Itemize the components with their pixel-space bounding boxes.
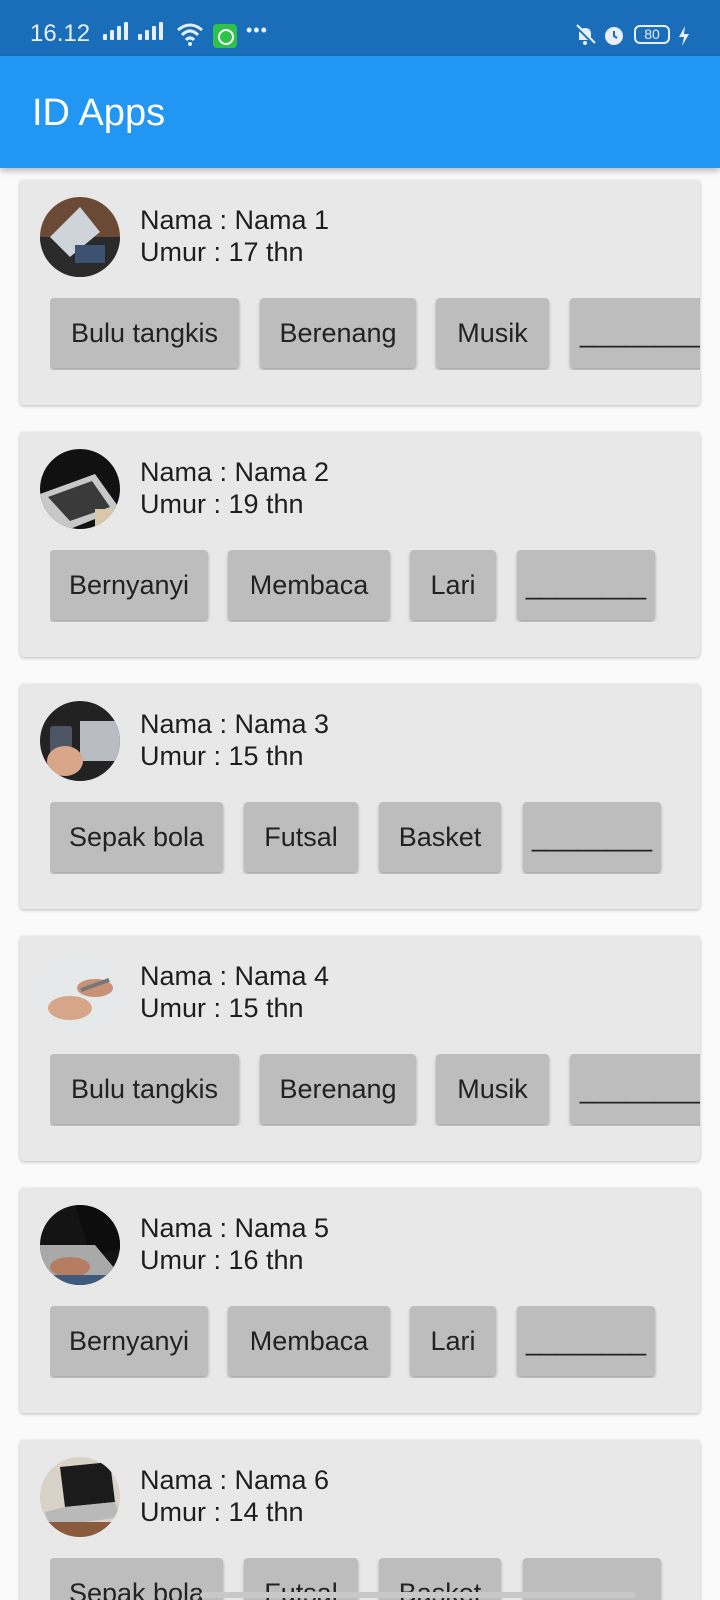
person-name: Nama : Nama 6 (140, 1465, 330, 1495)
hobby-chip[interactable]: Lari (410, 550, 496, 620)
person-card[interactable]: Nama : Nama 6 Umur : 14 thn Sepak bola F… (20, 1440, 700, 1600)
person-card[interactable]: Nama : Nama 1 Umur : 17 thn Bulu tangkis… (20, 180, 700, 405)
hobby-chip[interactable]: Berenang (260, 1054, 416, 1124)
bolt-icon (679, 26, 689, 46)
person-card[interactable]: Nama : Nama 5 Umur : 16 thn Bernyanyi Me… (20, 1188, 700, 1413)
hobby-chip[interactable]: Membaca (228, 550, 390, 620)
person-age: Umur : 14 thn (140, 1497, 304, 1527)
hobby-chip[interactable]: ________ (570, 1054, 700, 1124)
person-name: Nama : Nama 2 (140, 457, 330, 487)
scroll-indicator[interactable] (200, 1592, 636, 1598)
hobby-chip[interactable]: Membaca (228, 1306, 390, 1376)
hobby-chip[interactable]: Lari (410, 1306, 496, 1376)
person-age: Umur : 16 thn (140, 1245, 304, 1275)
app-title: ID Apps (32, 92, 166, 134)
avatar (40, 953, 120, 1033)
battery-icon: 80 (634, 25, 670, 44)
avatar (40, 197, 120, 277)
status-bar: 16.12 ••• 80 (0, 0, 720, 56)
person-name: Nama : Nama 4 (140, 961, 330, 991)
avatar (40, 1205, 120, 1285)
person-card[interactable]: Nama : Nama 2 Umur : 19 thn Bernyanyi Me… (20, 432, 700, 657)
person-name: Nama : Nama 1 (140, 205, 330, 235)
wifi-icon (177, 23, 203, 46)
person-card[interactable]: Nama : Nama 4 Umur : 15 thn Bulu tangkis… (20, 936, 700, 1161)
hobby-chip[interactable]: Musik (436, 298, 549, 368)
person-age: Umur : 15 thn (140, 993, 304, 1023)
hobby-chip[interactable]: Bulu tangkis (50, 298, 239, 368)
hobby-chip[interactable]: ________ (523, 802, 661, 872)
app-bar: ID Apps (0, 56, 720, 168)
person-name: Nama : Nama 3 (140, 709, 330, 739)
person-card[interactable]: Nama : Nama 3 Umur : 15 thn Sepak bola F… (20, 684, 700, 909)
avatar (40, 449, 120, 529)
hobby-chip[interactable]: ________ (517, 550, 655, 620)
more-icon: ••• (246, 20, 268, 40)
hobby-chip[interactable]: Sepak bola (50, 1558, 223, 1600)
signal-icon (103, 22, 129, 40)
avatar (40, 701, 120, 781)
hobby-chip[interactable]: Sepak bola (50, 802, 223, 872)
person-age: Umur : 19 thn (140, 489, 304, 519)
person-age: Umur : 15 thn (140, 741, 304, 771)
hobby-chip[interactable]: Bernyanyi (50, 1306, 208, 1376)
hobby-chip[interactable]: Basket (379, 802, 501, 872)
signal-icon (138, 22, 164, 40)
person-age: Umur : 17 thn (140, 237, 304, 267)
alarm-icon (605, 27, 623, 45)
avatar (40, 1457, 120, 1537)
hobby-chip[interactable]: Berenang (260, 298, 416, 368)
person-list[interactable]: Nama : Nama 1 Umur : 17 thn Bulu tangkis… (0, 168, 720, 1600)
hobby-chip[interactable]: ________ (570, 298, 700, 368)
hobby-chip[interactable]: Bulu tangkis (50, 1054, 239, 1124)
bell-off-icon (574, 24, 596, 46)
hobby-chip[interactable]: Bernyanyi (50, 550, 208, 620)
hobby-chip[interactable]: Musik (436, 1054, 549, 1124)
hobby-chip[interactable]: ________ (517, 1306, 655, 1376)
hobby-chip[interactable]: Futsal (244, 802, 358, 872)
whatsapp-icon (213, 24, 237, 48)
person-name: Nama : Nama 5 (140, 1213, 330, 1243)
status-time: 16.12 (30, 20, 91, 47)
